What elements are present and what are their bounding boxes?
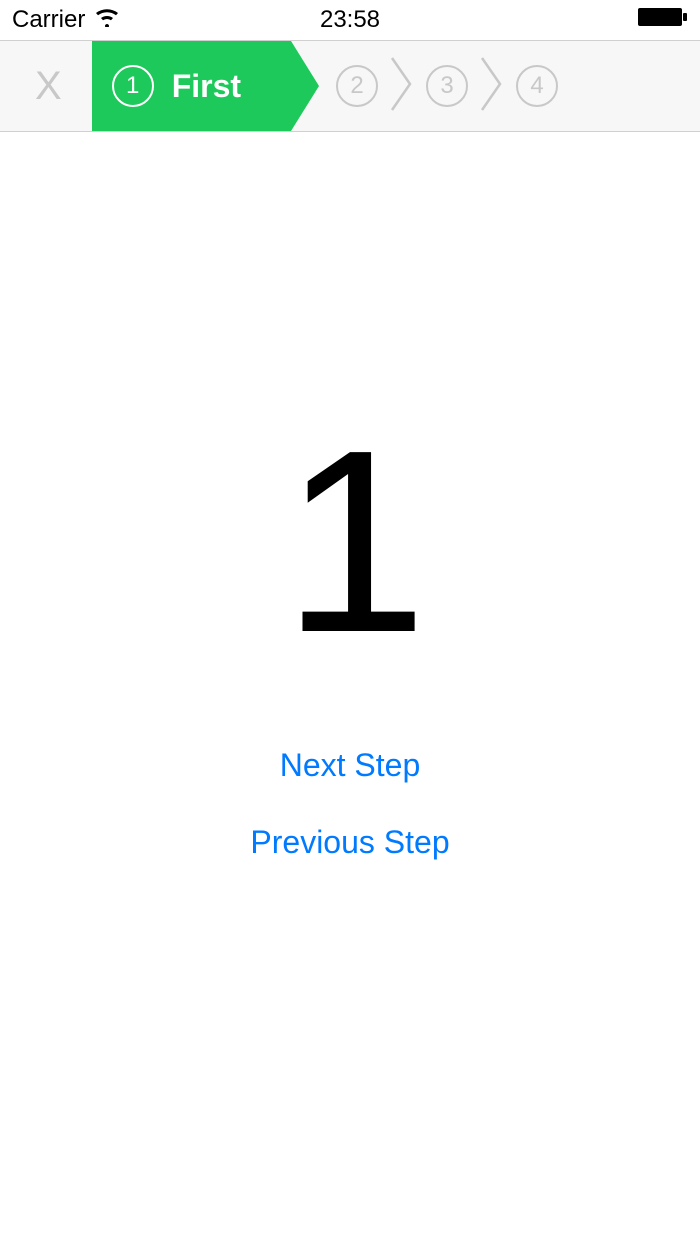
- step-tab-4[interactable]: 4: [516, 65, 558, 107]
- wifi-icon: [93, 6, 121, 34]
- chevron-right-icon: [390, 54, 414, 119]
- inactive-steps: 2 3 4: [336, 54, 558, 119]
- battery-icon: [638, 6, 688, 34]
- chevron-right-icon: [480, 54, 504, 119]
- step-tab-2[interactable]: 2: [336, 65, 378, 107]
- current-step-number: 1: [283, 412, 418, 672]
- step-number-circle: 4: [516, 65, 558, 107]
- carrier-label: Carrier: [12, 6, 85, 34]
- close-button[interactable]: X: [35, 64, 62, 109]
- action-buttons: Next Step Previous Step: [250, 747, 449, 861]
- status-left: Carrier: [12, 6, 121, 34]
- step-number-circle: 3: [426, 65, 468, 107]
- step-tab-3[interactable]: 3: [426, 65, 468, 107]
- status-bar: Carrier 23:58: [0, 0, 700, 40]
- status-right: [638, 6, 688, 34]
- step-nav-bar: X 1 First 2 3 4: [0, 40, 700, 132]
- next-step-button[interactable]: Next Step: [280, 747, 421, 784]
- step-number-circle: 2: [336, 65, 378, 107]
- previous-step-button[interactable]: Previous Step: [250, 824, 449, 861]
- status-time: 23:58: [320, 6, 380, 34]
- step-number-circle: 1: [112, 65, 154, 107]
- content-area: 1 Next Step Previous Step: [0, 132, 700, 861]
- step-tab-1[interactable]: 1 First: [92, 41, 291, 131]
- step-label: First: [172, 68, 241, 105]
